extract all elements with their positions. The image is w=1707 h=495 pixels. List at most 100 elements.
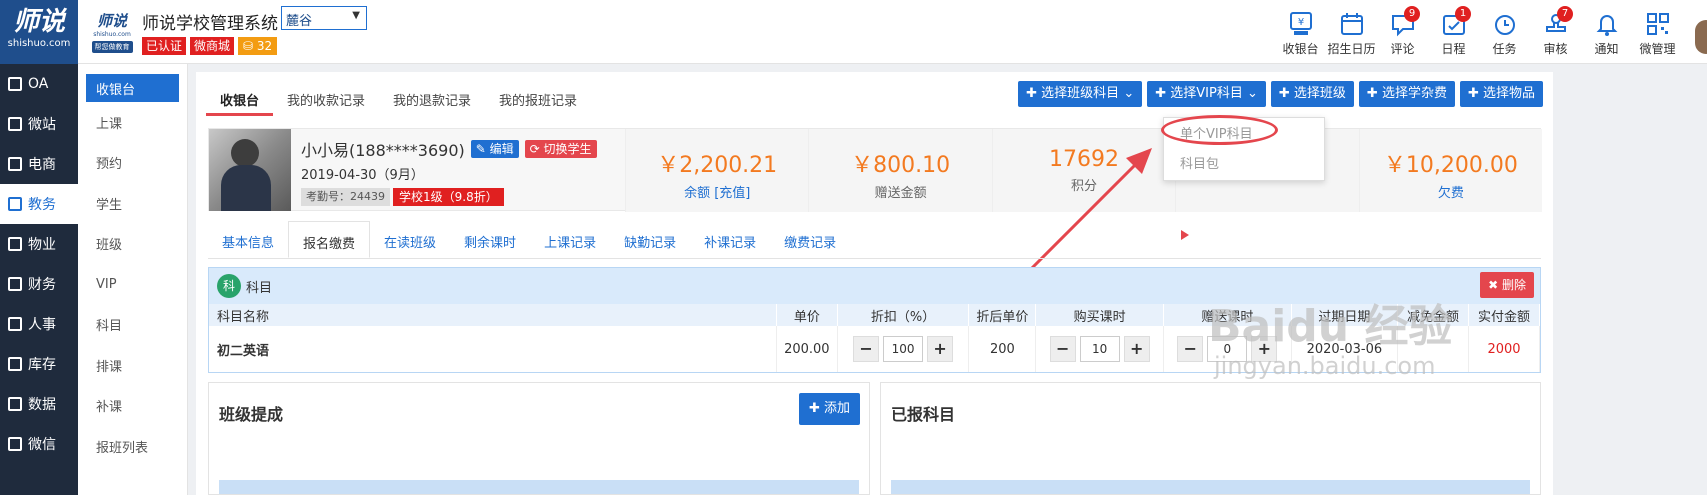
hours-input[interactable]: 10 <box>1079 336 1120 362</box>
sidebar-item-wechat[interactable]: 微信 <box>0 424 78 464</box>
button-label: 选择VIP科目 <box>1170 86 1243 101</box>
tab-current-classes[interactable]: 在读班级 <box>370 221 450 258</box>
sub-logo: 师说 shishuo.com 帮您做教育 <box>88 10 136 54</box>
price-cell: 200.00 <box>776 326 838 372</box>
photo-head <box>231 139 259 167</box>
nav-task[interactable]: 任务 <box>1479 6 1530 57</box>
tab-remaining-hours[interactable]: 剩余课时 <box>450 221 530 258</box>
task-icon <box>1494 15 1515 35</box>
tab-receipts[interactable]: 我的收款记录 <box>273 80 379 116</box>
top-nav: ¥ 收银台 招生日历 9 评论 1 日程 任务 7 审核 通知 微管理 <box>1275 6 1707 57</box>
minus-button[interactable]: − <box>1049 336 1076 362</box>
tab-absence-records[interactable]: 缺勤记录 <box>610 221 690 258</box>
coin-count: 32 <box>256 39 273 53</box>
sidebar-item-label: 人事 <box>28 317 56 333</box>
subnav-students[interactable]: 学生 <box>78 183 187 224</box>
tab-makeup-records[interactable]: 补课记录 <box>690 221 770 258</box>
select-vip-subject-button[interactable]: ✚ 选择VIP科目 ⌄ <box>1147 81 1266 107</box>
tab-refunds[interactable]: 我的退款记录 <box>379 80 485 116</box>
campus-value: 麓谷 <box>286 14 313 29</box>
button-label: 删除 <box>1501 278 1526 292</box>
tab-cashier[interactable]: 收银台 <box>206 80 274 116</box>
sidebar-item-label: 电商 <box>28 157 56 173</box>
nav-comment[interactable]: 9 评论 <box>1377 6 1428 57</box>
student-tags: 考勤号：24439 学校1级（9.8折） <box>301 188 597 206</box>
nav-label: 任务 <box>1492 42 1517 56</box>
panel-table-header <box>891 480 1530 494</box>
coin-badge[interactable]: ⛁ 32 <box>238 37 278 55</box>
subnav-class[interactable]: 上课 <box>78 102 187 143</box>
switch-student-button[interactable]: ⟳ 切换学生 <box>524 140 597 158</box>
sidebar-item-hr[interactable]: 人事 <box>0 304 78 344</box>
nav-label: 通知 <box>1594 42 1619 56</box>
dropdown-option-package[interactable]: 科目包 <box>1164 150 1324 180</box>
tab-basic-info[interactable]: 基本信息 <box>208 221 288 258</box>
sidebar-item-oa[interactable]: OA <box>0 64 78 104</box>
button-label: 切换学生 <box>543 142 592 156</box>
nav-notify[interactable]: 通知 <box>1581 6 1632 57</box>
add-button[interactable]: ✚ 添加 <box>798 393 860 425</box>
subnav-cashier[interactable]: 收银台 <box>86 74 179 102</box>
plus-icon: ✚ <box>1278 86 1294 101</box>
subnav-subjects[interactable]: 科目 <box>78 305 187 346</box>
sidebar-item-property[interactable]: 物业 <box>0 224 78 264</box>
col-paid: 实付金额 <box>1468 304 1540 326</box>
tab-enrollments[interactable]: 我的报班记录 <box>485 80 591 116</box>
plus-button[interactable]: + <box>1123 336 1150 362</box>
plus-icon: ✚ <box>1026 86 1042 101</box>
cashier-icon: ¥ <box>1289 12 1312 35</box>
campus-select[interactable]: 麓谷 ▼ <box>281 6 367 30</box>
sidebar-item-academic[interactable]: 教务 <box>0 184 78 224</box>
tab-enroll-pay[interactable]: 报名缴费 <box>288 221 371 258</box>
logo-domain: shishuo.com <box>7 38 71 49</box>
brand-logo[interactable]: 师说 shishuo.com <box>0 0 78 64</box>
arrears-link[interactable]: 欠费 <box>1360 182 1542 201</box>
paid-cell: 2000 <box>1468 326 1540 372</box>
select-class-button[interactable]: ✚ 选择班级 <box>1270 81 1354 107</box>
edit-button[interactable]: ✎ 编辑 <box>470 140 519 158</box>
sidebar-item-label: OA <box>28 76 49 92</box>
select-fees-button[interactable]: ✚ 选择学杂费 <box>1358 81 1455 107</box>
subject-name-cell: 初二英语 <box>209 326 777 372</box>
bag-icon <box>8 157 22 171</box>
select-class-subject-button[interactable]: ✚ 选择班级科目 ⌄ <box>1018 81 1143 107</box>
recharge-link[interactable]: 余额 [充值] <box>626 182 808 201</box>
nav-review[interactable]: 7 审核 <box>1530 6 1581 57</box>
subnav-classes[interactable]: 班级 <box>78 224 187 265</box>
discount-input[interactable]: 100 <box>883 336 924 362</box>
sidebar-item-microsite[interactable]: 微站 <box>0 104 78 144</box>
minus-button[interactable]: − <box>853 336 880 362</box>
nav-wechat-manage[interactable]: 微管理 <box>1632 6 1683 57</box>
subnav-enroll-list[interactable]: 报班列表 <box>78 426 187 467</box>
user-avatar[interactable] <box>1683 6 1707 57</box>
plus-icon: ✚ <box>1467 86 1483 101</box>
select-items-button[interactable]: ✚ 选择物品 <box>1459 81 1543 107</box>
minus-button[interactable]: − <box>1177 336 1204 362</box>
wallet-icon <box>8 277 22 291</box>
subnav-booking[interactable]: 预约 <box>78 143 187 184</box>
sidebar-item-ecommerce[interactable]: 电商 <box>0 144 78 184</box>
top-header: 师说 shishuo.com 师说 shishuo.com 帮您做教育 师说学校… <box>0 0 1707 64</box>
student-name-row: 小小易(188****3690) ✎ 编辑 ⟳ 切换学生 <box>301 137 597 161</box>
stat-value: ￥10,200.00 <box>1383 153 1518 178</box>
plus-button[interactable]: + <box>927 336 954 362</box>
nav-cashier[interactable]: ¥ 收银台 <box>1275 6 1326 57</box>
subnav-makeup[interactable]: 补课 <box>78 386 187 427</box>
sidebar-item-finance[interactable]: 财务 <box>0 264 78 304</box>
stat-label: 赠送金额 <box>874 186 927 201</box>
stat-balance: ￥2,200.21 余额 [充值] <box>625 129 809 212</box>
tab-payment-records[interactable]: 缴费记录 <box>770 221 850 258</box>
panel-title: 已报科目 <box>891 405 956 424</box>
mall-badge[interactable]: 微商城 <box>190 37 235 55</box>
subnav-vip[interactable]: VIP <box>78 264 187 305</box>
sidebar-item-inventory[interactable]: 库存 <box>0 344 78 384</box>
delete-button[interactable]: ✖ 删除 <box>1480 272 1534 298</box>
nav-schedule[interactable]: 1 日程 <box>1428 6 1479 57</box>
subnav-scheduling[interactable]: 排课 <box>78 345 187 386</box>
sidebar-item-label: 财务 <box>28 277 56 293</box>
verified-badge[interactable]: 已认证 <box>142 37 187 55</box>
sidebar-item-data[interactable]: 数据 <box>0 384 78 424</box>
review-count-badge: 7 <box>1557 6 1573 22</box>
tab-class-records[interactable]: 上课记录 <box>530 221 610 258</box>
nav-calendar[interactable]: 招生日历 <box>1326 6 1377 57</box>
